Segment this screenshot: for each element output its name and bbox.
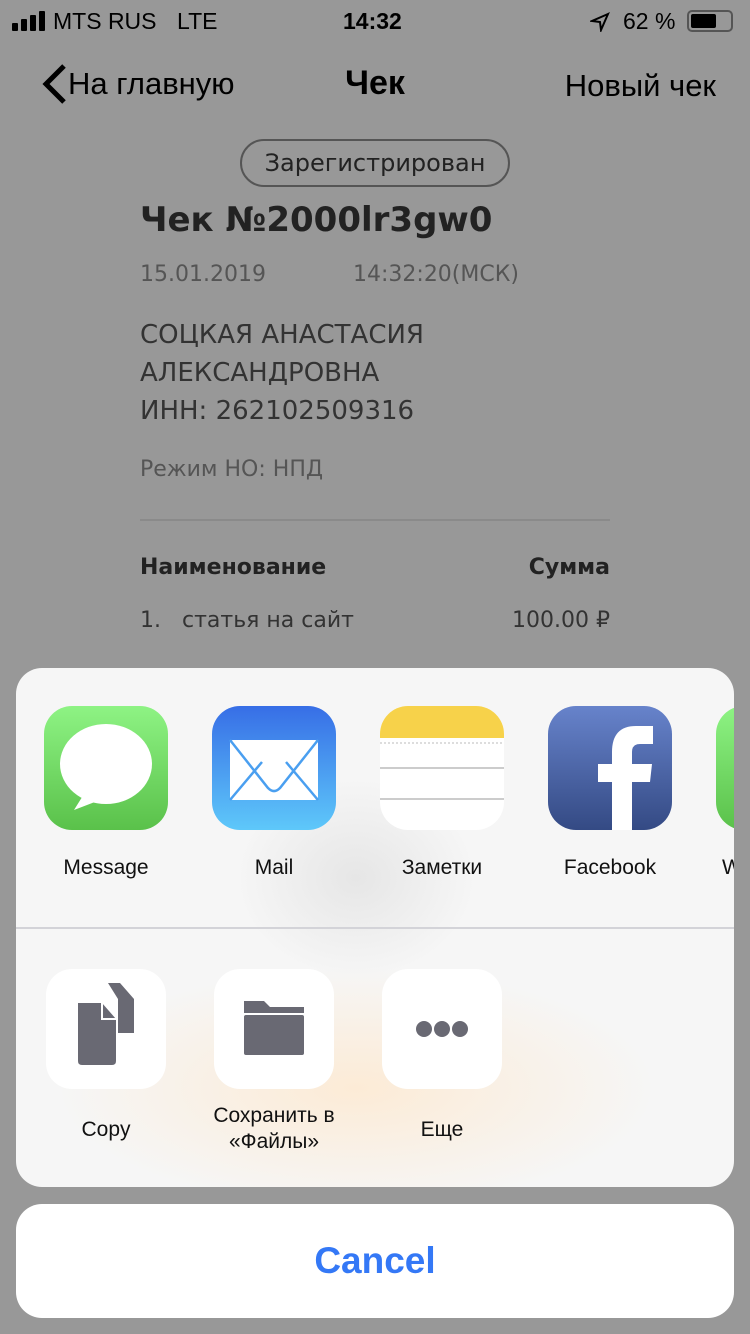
mail-icon [229,739,319,801]
notes-icon [380,706,504,800]
divider [16,927,734,929]
new-receipt-button[interactable]: Новый чек [565,68,716,104]
share-app-notes[interactable] [380,706,504,830]
action-label: Copy [81,1118,131,1141]
share-app-label: Mail [254,856,294,879]
share-app-label: Заметки [401,856,483,879]
share-app-label: Facebook [563,856,657,879]
share-app-message[interactable] [44,706,168,830]
share-app-label: Message [63,856,149,879]
action-more[interactable] [382,969,502,1089]
receipt-date: 15.01.2019 [140,262,266,287]
action-label-line2: «Файлы» [228,1130,320,1153]
copy-icon [78,983,134,1065]
folder-icon [244,1001,304,1055]
item-name: статья на сайт [182,608,354,633]
messages-icon [60,724,152,810]
signal-icon [12,10,48,38]
battery-percent: 62 % [623,8,676,34]
receipt-time: 14:32:20(МСК) [353,262,519,287]
action-copy[interactable] [46,969,166,1089]
network: LTE [177,8,218,34]
item-number: 1. [140,608,161,633]
battery-icon [687,10,733,32]
share-app-facebook[interactable] [548,706,672,830]
receipt-title: Чек №2000lr3gw0 [140,200,493,240]
divider [140,519,610,521]
tax-mode: Режим НО: НПД [140,457,324,482]
action-label-line1: Сохранить в [213,1104,335,1127]
column-sum-header: Сумма [528,555,610,580]
location-icon [588,12,610,37]
more-icon [416,1021,468,1037]
share-app-mail[interactable] [212,706,336,830]
action-save-to-files[interactable] [214,969,334,1089]
seller-name-line1: СОЦКАЯ АНАСТАСИЯ [140,320,424,350]
item-sum: 100.00 ₽ [512,608,610,633]
share-sheet: Message Mail Заметки Facebook W Copy Сох… [16,668,734,1187]
share-app-label: W [722,856,734,879]
seller-name-line2: АЛЕКСАНДРОВНА [140,358,380,388]
facebook-icon [598,726,653,830]
seller-inn: ИНН: 262102509316 [140,396,415,426]
action-label: Еще [420,1118,464,1141]
column-name-header: Наименование [140,555,327,580]
status-badge: Зарегистрирован [240,139,510,187]
share-app-whatsapp[interactable] [716,706,734,830]
cancel-button[interactable]: Cancel [16,1204,734,1318]
clock: 14:32 [343,8,402,34]
carrier: MTS RUS [53,8,157,34]
